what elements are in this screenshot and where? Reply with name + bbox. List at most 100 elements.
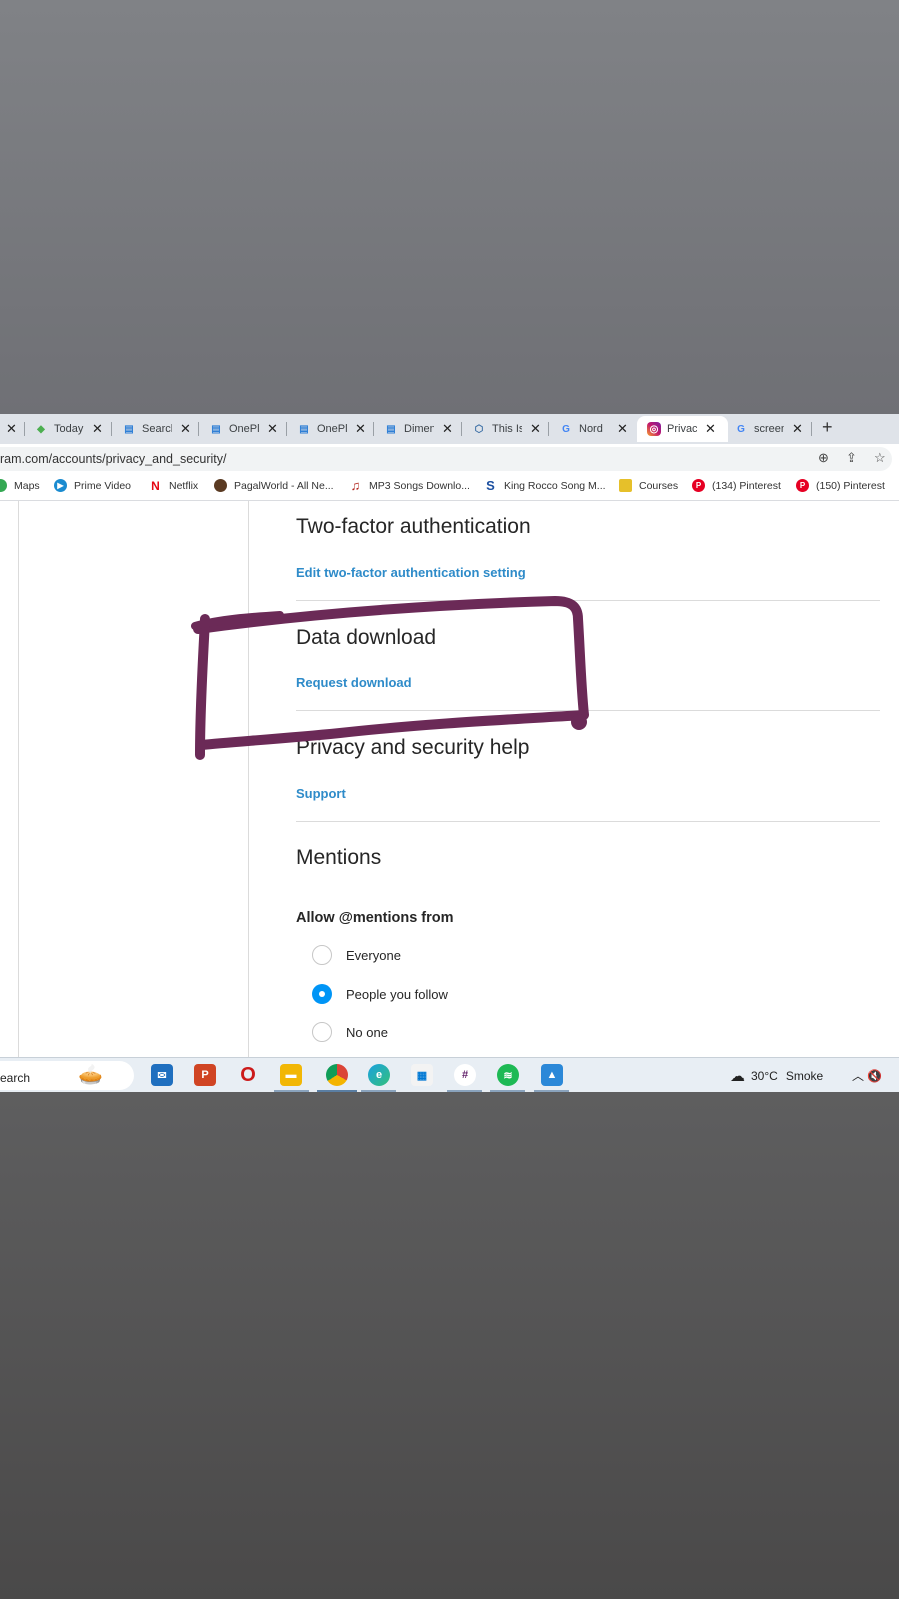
edit-two-factor-link[interactable]: Edit two-factor authentication setting bbox=[296, 565, 526, 580]
taskbar-search-box[interactable]: earch bbox=[0, 1061, 134, 1090]
section-divider bbox=[296, 821, 880, 822]
background-bottom bbox=[0, 1092, 899, 1599]
close-icon[interactable]: ✕ bbox=[617, 421, 628, 437]
close-icon[interactable]: ✕ bbox=[442, 421, 453, 437]
store-icon[interactable]: ▦ bbox=[411, 1064, 433, 1086]
bookmark-pagalworld[interactable]: PagalWorld - All Ne... bbox=[214, 479, 334, 492]
pinterest-icon: P bbox=[796, 479, 809, 492]
tab-title: Today bbox=[54, 423, 84, 435]
mentions-heading: Mentions bbox=[296, 846, 382, 869]
tab-today[interactable]: ◆ Today ✕ bbox=[34, 416, 103, 442]
tab-title: This Is bbox=[492, 423, 522, 435]
zoom-icon[interactable]: ⊕ bbox=[818, 450, 829, 466]
tab-oneplus-1[interactable]: ▤ OnePlus ✕ bbox=[209, 416, 278, 442]
radio-people-you-follow[interactable]: People you follow bbox=[312, 984, 448, 1004]
radio-button[interactable] bbox=[312, 1022, 332, 1042]
radio-button-selected[interactable] bbox=[312, 984, 332, 1004]
tab-title: OnePlus bbox=[229, 423, 259, 435]
new-tab-button[interactable]: + bbox=[822, 417, 833, 438]
oneplus-community-icon: ▤ bbox=[299, 423, 309, 435]
tab-dimen[interactable]: ▤ Dimen ✕ bbox=[384, 416, 453, 442]
oneplus-community-icon: ▤ bbox=[124, 423, 134, 435]
bookmark-label: (150) Pinterest bbox=[816, 479, 885, 492]
pie-icon: 🥧 bbox=[78, 1064, 103, 1086]
bookmark-prime-video[interactable]: ▶ Prime Video bbox=[54, 479, 131, 492]
bookmark-label: MP3 Songs Downlo... bbox=[369, 479, 470, 492]
prime-video-icon: ▶ bbox=[54, 479, 67, 492]
tab-close-partial[interactable]: ✕ bbox=[0, 416, 17, 442]
bookmark-pinterest-134[interactable]: P (134) Pinterest bbox=[692, 479, 781, 492]
radio-everyone[interactable]: Everyone bbox=[312, 945, 401, 965]
office-icon[interactable]: P bbox=[194, 1064, 216, 1086]
url-text[interactable]: ram.com/accounts/privacy_and_security/ bbox=[0, 452, 226, 466]
bookmark-pinterest-150[interactable]: P (150) Pinterest bbox=[796, 479, 885, 492]
settings-page: Two-factor authentication Edit two-facto… bbox=[0, 501, 899, 1061]
bookmark-label: Maps bbox=[14, 479, 40, 492]
tab-privacy[interactable]: ◎ Privacy ✕ bbox=[637, 416, 728, 442]
radio-no-one[interactable]: No one bbox=[312, 1022, 388, 1042]
support-link[interactable]: Support bbox=[296, 786, 346, 801]
tab-screen[interactable]: G screen ✕ bbox=[734, 416, 803, 442]
spotify-icon[interactable]: ≋ bbox=[497, 1064, 519, 1086]
tab-nord[interactable]: G Nord ✕ bbox=[559, 416, 628, 442]
request-download-link[interactable]: Request download bbox=[296, 675, 412, 690]
screenshot-frame: ✕ ◆ Today ✕ ▤ Search ✕ ▤ OnePlus ✕ ▤ One… bbox=[0, 414, 899, 1092]
running-indicator bbox=[361, 1090, 396, 1092]
bookmark-maps[interactable]: Maps bbox=[0, 479, 40, 492]
instagram-icon: ◎ bbox=[647, 422, 661, 436]
sidebar-divider bbox=[18, 501, 19, 1061]
s-logo-icon: S bbox=[486, 478, 495, 493]
bookmark-mp3-songs[interactable]: ♫ MP3 Songs Downlo... bbox=[349, 478, 470, 493]
close-icon[interactable]: ✕ bbox=[267, 421, 278, 437]
bookmark-courses[interactable]: Courses bbox=[619, 479, 678, 492]
chevron-up-icon[interactable]: ︿ bbox=[852, 1069, 864, 1083]
running-indicator bbox=[274, 1090, 309, 1092]
close-icon[interactable]: ✕ bbox=[705, 421, 716, 437]
taskbar: earch 🥧 ✉ P O ▬ e ▦ # ≋ ▲ ☁ 30°C Smoke ︿… bbox=[0, 1057, 899, 1092]
radio-button[interactable] bbox=[312, 945, 332, 965]
weather-widget[interactable]: ☁ 30°C Smoke bbox=[730, 1067, 823, 1085]
two-factor-heading: Two-factor authentication bbox=[296, 515, 531, 538]
bookmark-label: (134) Pinterest bbox=[712, 479, 781, 492]
system-tray[interactable]: ︿ 🔇 bbox=[852, 1067, 882, 1084]
close-icon[interactable]: ✕ bbox=[92, 421, 103, 437]
speaker-muted-icon[interactable]: 🔇 bbox=[867, 1069, 882, 1083]
tab-this-is[interactable]: ⬡ This Is ✕ bbox=[472, 416, 541, 442]
tab-separator bbox=[24, 422, 25, 436]
section-divider bbox=[296, 710, 880, 711]
bookmark-label: Prime Video bbox=[74, 479, 132, 492]
tab-title: Nord bbox=[579, 423, 603, 435]
file-explorer-icon[interactable]: ▬ bbox=[280, 1064, 302, 1086]
edge-icon[interactable]: e bbox=[368, 1064, 390, 1086]
close-icon[interactable]: ✕ bbox=[792, 421, 803, 437]
close-icon[interactable]: ✕ bbox=[530, 421, 541, 437]
tab-separator bbox=[111, 422, 112, 436]
bookmark-king-rocco[interactable]: S King Rocco Song M... bbox=[484, 478, 606, 493]
google-icon: G bbox=[562, 423, 570, 435]
oneplus-community-icon: ▤ bbox=[386, 423, 396, 435]
bookmarks-bar: Maps ▶ Prime Video N Netflix PagalWorld … bbox=[0, 474, 899, 501]
tab-oneplus-2[interactable]: ▤ OnePlus ✕ bbox=[297, 416, 366, 442]
close-icon[interactable]: ✕ bbox=[180, 421, 191, 437]
background-top bbox=[0, 0, 899, 414]
content-divider bbox=[248, 501, 249, 1061]
star-icon[interactable]: ☆ bbox=[874, 450, 886, 466]
tab-separator bbox=[548, 422, 549, 436]
chrome-icon[interactable] bbox=[326, 1064, 348, 1086]
tab-search[interactable]: ▤ Search ✕ bbox=[122, 416, 191, 442]
cube-icon: ⬡ bbox=[474, 423, 484, 435]
netflix-icon: N bbox=[151, 478, 160, 493]
bookmark-label: King Rocco Song M... bbox=[504, 479, 606, 492]
close-icon[interactable]: ✕ bbox=[355, 421, 366, 437]
mail-icon[interactable]: ✉ bbox=[151, 1064, 173, 1086]
opera-icon[interactable]: O bbox=[237, 1064, 259, 1086]
slack-icon[interactable]: # bbox=[454, 1064, 476, 1086]
allow-mentions-label: Allow @mentions from bbox=[296, 910, 454, 926]
omnibox[interactable]: ram.com/accounts/privacy_and_security/ ⊕… bbox=[0, 447, 892, 471]
maps-icon bbox=[0, 479, 7, 492]
photos-icon[interactable]: ▲ bbox=[541, 1064, 563, 1086]
bookmark-label: Netflix bbox=[169, 479, 199, 492]
bookmark-netflix[interactable]: N Netflix bbox=[149, 478, 199, 493]
share-icon[interactable]: ⇪ bbox=[846, 450, 857, 466]
tab-separator bbox=[373, 422, 374, 436]
